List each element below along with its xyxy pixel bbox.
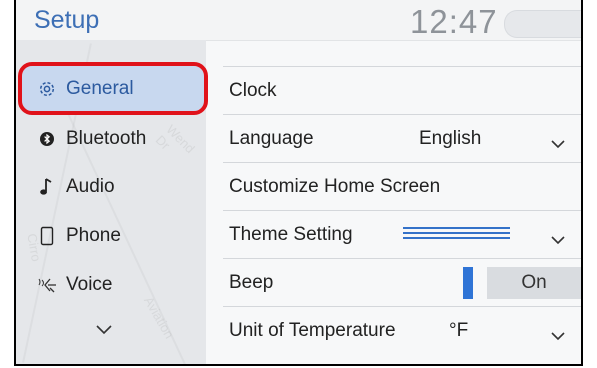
setting-label: Unit of Temperature xyxy=(229,320,396,341)
clock-display: 12:47 xyxy=(410,3,498,40)
setting-row-beep[interactable]: Beep On xyxy=(223,258,581,306)
sidebar-item-audio[interactable]: Audio xyxy=(22,164,204,209)
setting-label: Theme Setting xyxy=(229,224,353,245)
toggle-state: On xyxy=(487,267,581,299)
settings-list: Clock Language English Customize Home Sc… xyxy=(206,40,581,364)
chevron-down-icon[interactable] xyxy=(551,133,565,155)
theme-preview xyxy=(403,227,510,243)
page-title: Setup xyxy=(34,6,100,34)
setting-row-home-screen[interactable]: Customize Home Screen xyxy=(223,162,581,210)
status-pill xyxy=(504,10,581,38)
setting-row-clock[interactable]: Clock xyxy=(223,66,581,114)
sidebar-item-label: General xyxy=(66,77,134,99)
setting-label: Beep xyxy=(229,272,274,293)
sidebar-item-label: Bluetooth xyxy=(66,127,147,149)
sidebar-item-voice[interactable]: Voice xyxy=(22,262,204,307)
toggle-indicator xyxy=(463,267,473,299)
sidebar-item-phone[interactable]: Phone xyxy=(22,213,204,258)
setting-row-theme[interactable]: Theme Setting xyxy=(223,210,581,258)
sidebar: Wend Dr Aviation Cirro General Bluetooth xyxy=(16,40,208,364)
beep-toggle[interactable]: On xyxy=(463,267,581,299)
sidebar-item-label: Voice xyxy=(66,273,113,295)
chevron-down-icon[interactable] xyxy=(96,322,112,340)
setting-row-temperature[interactable]: Unit of Temperature °F xyxy=(223,306,581,354)
sidebar-item-label: Phone xyxy=(66,224,121,246)
gear-icon xyxy=(36,79,58,99)
sidebar-item-label: Audio xyxy=(66,175,115,197)
setting-label: Language xyxy=(229,128,314,149)
chevron-down-icon[interactable] xyxy=(551,229,565,251)
voice-icon xyxy=(36,276,58,294)
temperature-unit-value: °F xyxy=(449,320,469,341)
sidebar-item-general[interactable]: General xyxy=(18,62,208,115)
setting-label: Clock xyxy=(229,80,277,101)
setup-screen: Setup 12:47 Wend Dr Aviation Cirro Gener… xyxy=(14,0,583,366)
sidebar-item-bluetooth[interactable]: Bluetooth xyxy=(22,116,204,161)
language-value: English xyxy=(419,128,482,149)
phone-icon xyxy=(36,226,58,246)
bluetooth-icon xyxy=(36,131,58,146)
music-note-icon xyxy=(36,177,58,197)
chevron-down-icon[interactable] xyxy=(551,325,565,347)
setting-row-language[interactable]: Language English xyxy=(223,114,581,162)
setting-label: Customize Home Screen xyxy=(229,176,441,197)
header: Setup 12:47 xyxy=(16,0,581,41)
